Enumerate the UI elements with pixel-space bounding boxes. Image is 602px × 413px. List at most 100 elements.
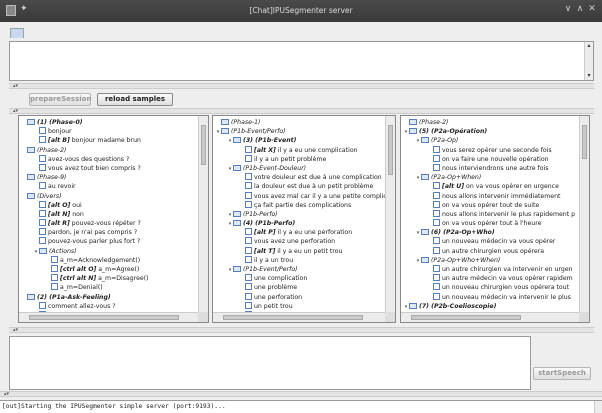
tree-leaf-node[interactable]: pouvez-vous parler plus fort ? bbox=[21, 237, 196, 246]
close-button[interactable]: ✕ bbox=[586, 4, 598, 14]
tree-leaf-node[interactable]: il y a un petit problème bbox=[215, 154, 383, 164]
scrollbar-thumb[interactable] bbox=[411, 315, 521, 320]
tree-leaf-node[interactable]: vous avez une perforation bbox=[215, 237, 383, 246]
tree-folder-node[interactable]: ▾ (4) (P1b-Perfo) bbox=[215, 219, 383, 228]
tree-phase-0[interactable]: (1) (Phase-0) bonjour [alt B] bonjour mada… bbox=[19, 116, 198, 312]
top-text-area[interactable]: ▴ ▾ bbox=[9, 41, 594, 81]
tree-leaf-node[interactable]: la douleur est due à un petit problème bbox=[215, 182, 383, 191]
tree-folder-node[interactable]: ▾ (P1b-Perfo) bbox=[215, 210, 383, 219]
tree-folder-node[interactable]: ▾ (P1b-Event/Perfo) bbox=[215, 265, 383, 274]
tree-leaf-node[interactable]: nous allons intervenir le plus rapidemen… bbox=[403, 209, 577, 219]
tree-folder-node[interactable]: ▾ (P2a-Op+When) bbox=[403, 173, 577, 182]
tree-leaf-node[interactable]: un autre chirurgien vous opérera bbox=[403, 246, 577, 256]
tree-folder-node[interactable]: ▾ (P1b-Event/Perfo) bbox=[215, 127, 383, 136]
tree-phase-2[interactable]: (Phase-2) ▾ (5) (P2a-Opération) ▾ (P2a-Op) vo… bbox=[401, 116, 579, 312]
tree-leaf-node[interactable]: [alt O] oui bbox=[21, 200, 196, 210]
collapse-arrow-icon[interactable]: ▴▾ bbox=[13, 108, 18, 114]
tree-folder-node[interactable]: (1) (Phase-0) bbox=[21, 118, 196, 127]
collapse-arrow-icon[interactable]: ▴▾ bbox=[13, 83, 18, 89]
tree-folder-node[interactable]: ▾ (P1b-Event-Douleur) bbox=[215, 164, 383, 173]
scroll-up-icon[interactable]: ▴ bbox=[585, 42, 593, 50]
tree-folder-node[interactable]: (Divers) bbox=[21, 192, 196, 201]
tree-phase-1[interactable]: (Phase-1) ▾ (P1b-Event/Perfo) ▾ (3) (P1b-Eve… bbox=[213, 116, 385, 312]
tree-leaf-node[interactable]: [alt U] on va vous opérer en urgence bbox=[403, 182, 577, 191]
tree-leaf-node[interactable]: comment allez-vous ? bbox=[21, 301, 196, 311]
tree-leaf-node[interactable]: au revoir bbox=[21, 182, 196, 191]
tree-leaf-node[interactable]: vous serez opérer une seconde fois bbox=[403, 145, 577, 155]
tree-folder-node[interactable]: ▾ (3) (P1b-Event) bbox=[215, 136, 383, 145]
tree-1-hscrollbar[interactable] bbox=[19, 312, 198, 322]
tree-folder-node[interactable]: (Phase-2) bbox=[21, 146, 196, 155]
bottom-text-area[interactable] bbox=[9, 336, 531, 390]
tree-leaf-node[interactable]: [ctrl alt N] a_m=Disagree() bbox=[21, 274, 196, 283]
tree-leaf-node[interactable]: on va faire une nouvelle opération bbox=[403, 154, 577, 164]
tree-folder-node[interactable]: (Phase-2) bbox=[403, 118, 577, 127]
tree-leaf-node[interactable]: un nouveau chirurgien vous opérera tout bbox=[403, 283, 577, 292]
tree-leaf-node[interactable]: une problème bbox=[215, 283, 383, 292]
tree-leaf-node[interactable]: une complication bbox=[215, 274, 383, 283]
collapse-arrow-icon[interactable]: ▴▾ bbox=[13, 327, 18, 333]
tree-leaf-node[interactable]: ça fait partie des complications bbox=[215, 200, 383, 210]
maximize-button[interactable]: ∧ bbox=[574, 4, 586, 14]
tree-leaf-node[interactable]: un autre chirurgien va intervenir en urg… bbox=[403, 265, 577, 274]
tree-3-hscrollbar[interactable] bbox=[401, 312, 579, 322]
tree-leaf-node[interactable]: [alt X] il y a eu une complication bbox=[215, 145, 383, 155]
top-scrollbar[interactable]: ▴ ▾ bbox=[584, 42, 593, 80]
tree-leaf-node[interactable]: nous allons intervenir immédiatement bbox=[403, 191, 577, 201]
tree-leaf-node[interactable]: [alt R] pouvez-vous répéter ? bbox=[21, 219, 196, 228]
tab-main[interactable] bbox=[10, 28, 24, 38]
tree-leaf-node[interactable]: nous interviendrons une autre fois bbox=[403, 163, 577, 173]
tree-folder-node[interactable]: ▾ (P2a-Op+Who+When) bbox=[403, 256, 577, 265]
tree-leaf-node[interactable]: [alt P] il y a eu une perforation bbox=[215, 228, 383, 237]
scrollbar-thumb[interactable] bbox=[388, 125, 393, 175]
tree-folder-node[interactable]: ▾ (5) (P2a-Opération) bbox=[403, 127, 577, 136]
tree-leaf-node[interactable]: pardon, je n'ai pas compris ? bbox=[21, 228, 196, 237]
tree-leaf-node[interactable]: un nouveau médecin va intervenir le plus bbox=[403, 292, 577, 302]
reload-samples-button[interactable]: reload samples bbox=[97, 93, 173, 106]
tree-leaf-node[interactable]: a_m=Denial() bbox=[21, 283, 196, 292]
start-speech-button[interactable]: startSpeech bbox=[533, 367, 591, 380]
tree-folder-node[interactable]: (Phase-1) bbox=[215, 118, 383, 127]
splitter-top[interactable]: ▴▾ bbox=[9, 83, 594, 89]
tree-3-scrollbar[interactable] bbox=[579, 116, 589, 312]
minimize-button[interactable]: ∨ bbox=[562, 4, 574, 14]
tree-leaf-node[interactable]: il y a un trou bbox=[215, 255, 383, 265]
tree-leaf-node[interactable]: on va vous opérer tout à l'heure bbox=[403, 219, 577, 228]
scrollbar-thumb[interactable] bbox=[201, 125, 206, 165]
tree-leaf-node[interactable]: a_m=Acknowledgement() bbox=[21, 255, 196, 265]
scrollbar-thumb[interactable] bbox=[582, 125, 587, 159]
tree-leaf-node[interactable]: bonjour bbox=[21, 127, 196, 136]
tree-leaf-node[interactable]: [ctrl alt O] a_m=Agree() bbox=[21, 265, 196, 274]
tree-folder-node[interactable]: (2) (P1a-Ask-Feeling) bbox=[21, 293, 196, 302]
tree-leaf-node[interactable]: un petit trou bbox=[215, 301, 383, 311]
tree-folder-node[interactable]: ▾ (P2a-Op) bbox=[403, 136, 577, 145]
tree-leaf-node[interactable]: [alt T] il y a eu un petit trou bbox=[215, 246, 383, 256]
scrollbar-thumb[interactable] bbox=[223, 315, 363, 320]
shortcut-label: [ctrl alt N] bbox=[60, 275, 97, 283]
splitter-bottom[interactable]: ▴▾ bbox=[9, 327, 594, 333]
tree-folder-node[interactable]: ▾ (Actions) bbox=[21, 247, 196, 256]
tree-folder-node[interactable]: ▾ (6) (P2a-Op+Who) bbox=[403, 228, 577, 237]
tree-leaf-node[interactable]: vous avez mal car il y a une petite comp… bbox=[215, 191, 385, 201]
tree-leaf-node[interactable]: avez-vous des questions ? bbox=[21, 154, 196, 164]
tree-leaf-node[interactable]: votre douleur est due à une complication bbox=[215, 173, 383, 182]
tree-leaf-node[interactable]: vous avez tout bien compris ? bbox=[21, 163, 196, 173]
tree-leaf-node[interactable]: un autre médecin va vous opérer rapidem bbox=[403, 274, 577, 283]
tree-2-scrollbar[interactable] bbox=[385, 116, 395, 312]
tree-2-hscrollbar[interactable] bbox=[213, 312, 385, 322]
tree-leaf-node[interactable]: on va vous opérer tout de suite bbox=[403, 200, 577, 210]
tree-leaf-node[interactable]: un nouveau médecin va vous opérer bbox=[403, 237, 577, 246]
tree-leaf-node[interactable]: une perforation bbox=[215, 292, 383, 302]
tree-folder-node[interactable]: (Phase-9) bbox=[21, 173, 196, 182]
tree-1-scrollbar[interactable] bbox=[198, 116, 208, 312]
tree-leaf-node[interactable]: [alt B] bonjour madame brun bbox=[21, 136, 196, 145]
scrollbar-thumb[interactable] bbox=[29, 315, 179, 320]
collapse-arrow-icon[interactable]: ▴▾ bbox=[4, 391, 9, 397]
tree-folder-node[interactable]: ▾ (7) (P2b-Coelioscopie) bbox=[403, 302, 577, 311]
prepare-session-button[interactable]: prepareSession bbox=[29, 93, 91, 106]
splitter-console[interactable]: ▴▾ bbox=[0, 391, 602, 397]
scroll-down-icon[interactable]: ▾ bbox=[585, 72, 593, 80]
console-scrollbar[interactable] bbox=[594, 401, 602, 413]
splitter-middle[interactable]: ▴▾ bbox=[9, 108, 594, 114]
tree-leaf-node[interactable]: [alt N] non bbox=[21, 209, 196, 219]
